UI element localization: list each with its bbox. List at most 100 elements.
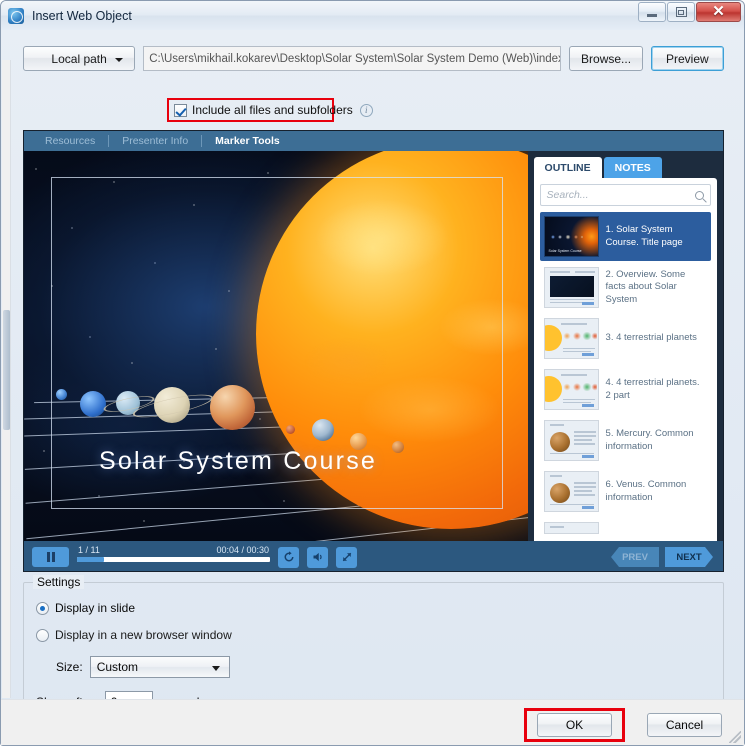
thumb-globe [544, 421, 598, 460]
planet-uranus [80, 391, 106, 417]
info-icon[interactable]: i [359, 103, 373, 117]
slide-title: Solar System Course [99, 447, 377, 475]
tab-notes[interactable]: NOTES [603, 157, 662, 178]
browse-button[interactable]: Browse... [569, 46, 643, 71]
outline-item-label: 2. Overview. Some facts about Solar Syst… [605, 268, 686, 305]
preview-button[interactable]: Preview [650, 46, 724, 71]
display-in-slide-label: Display in slide [55, 601, 136, 615]
timeline-labels: 1 / 11 00:04 / 00:30 [77, 545, 270, 557]
nav-buttons: PREV NEXT [611, 547, 713, 567]
outline-panel: OUTLINE NOTES Search... Solar System Cou… [527, 151, 723, 541]
replay-button[interactable] [278, 546, 299, 568]
prev-button[interactable]: PREV [611, 547, 659, 567]
next-button[interactable]: NEXT [665, 547, 713, 567]
timeline[interactable]: 1 / 11 00:04 / 00:30 [77, 545, 270, 569]
title-bar: Insert Web Object ✕ [1, 1, 744, 30]
size-label: Size: [56, 660, 83, 674]
web-object-preview: Resources Presenter Info Marker Tools So… [23, 130, 724, 572]
tab-marker-tools[interactable]: Marker Tools [202, 135, 293, 147]
minimize-button[interactable] [638, 2, 666, 22]
volume-icon [313, 552, 322, 562]
tab-outline[interactable]: OUTLINE [533, 157, 602, 178]
outline-item-2[interactable]: 2. Overview. Some facts about Solar Syst… [540, 263, 711, 312]
planet-neptune [56, 389, 67, 400]
slide-thumbnail [543, 318, 599, 359]
slide-thumbnail [543, 420, 599, 461]
outline-item-4[interactable]: 4. 4 terrestrial planets. 2 part [540, 365, 711, 414]
resize-grip[interactable] [729, 731, 741, 743]
slide-thumbnail [543, 522, 599, 534]
tab-resources[interactable]: Resources [32, 135, 108, 147]
restore-button[interactable] [667, 2, 695, 22]
settings-legend: Settings [33, 575, 85, 589]
outline-item-label: 4. 4 terrestrial planets. 2 part [605, 377, 700, 401]
thumb-globe [544, 472, 598, 511]
outline-item-label: 5. Mercury. Common information [605, 428, 694, 452]
time-display: 00:04 / 00:30 [216, 545, 269, 555]
chevron-down-icon [115, 58, 124, 62]
thumb-planets-row [544, 370, 598, 409]
thumb-caption: Solar System Course [548, 249, 582, 253]
cancel-button[interactable]: Cancel [647, 713, 722, 737]
player-main: Solar System Course OUTLINE NOTES Search… [24, 151, 723, 541]
outline-item-3[interactable]: 3. 4 terrestrial planets [540, 314, 711, 363]
fullscreen-icon [342, 552, 351, 562]
outline-tab-bar: OUTLINE NOTES [533, 157, 717, 178]
display-in-window-row[interactable]: Display in a new browser window [36, 628, 232, 642]
window-title: Insert Web Object [32, 8, 132, 23]
display-in-window-label: Display in a new browser window [55, 628, 232, 642]
source-type-label: Local path [51, 51, 107, 66]
outline-item-5[interactable]: 5. Mercury. Common information [540, 416, 711, 465]
include-subfolders-row: Include all files and subfolders i [167, 98, 373, 122]
tab-presenter-info[interactable]: Presenter Info [109, 135, 201, 147]
replay-icon [284, 551, 293, 562]
source-type-dropdown[interactable]: Local path [23, 46, 136, 71]
close-button[interactable]: ✕ [696, 2, 741, 22]
planet-jupiter [210, 385, 255, 430]
left-scrollbar[interactable] [2, 60, 11, 698]
dialog-footer: OK Cancel [1, 699, 744, 745]
minimize-icon [647, 13, 657, 17]
path-input-value: C:\Users\mikhail.kokarev\Desktop\Solar S… [149, 52, 562, 65]
progress-bar[interactable] [77, 557, 270, 562]
search-input[interactable]: Search... [539, 184, 711, 206]
ok-button[interactable]: OK [537, 713, 612, 737]
display-in-slide-row[interactable]: Display in slide [36, 601, 135, 615]
volume-button[interactable] [307, 546, 328, 568]
search-icon[interactable] [695, 190, 704, 200]
outline-item-7-partial[interactable] [540, 518, 711, 538]
display-in-window-radio[interactable] [36, 628, 49, 642]
size-select-value: Custom [96, 660, 139, 674]
close-icon: ✕ [712, 3, 725, 20]
slide-thumbnail [543, 471, 599, 512]
planet-earth [312, 419, 334, 441]
path-row: Local path C:\Users\mikhail.kokarev\Desk… [23, 45, 724, 72]
progress-fill [77, 557, 105, 562]
pause-button[interactable] [32, 547, 69, 567]
size-select[interactable]: Custom [89, 656, 230, 678]
left-scrollbar-thumb[interactable] [3, 310, 10, 430]
path-input[interactable]: C:\Users\mikhail.kokarev\Desktop\Solar S… [143, 46, 562, 71]
outline-item-label: 1. Solar System Course. Title page [605, 224, 683, 248]
fullscreen-button[interactable] [336, 546, 357, 568]
app-icon [8, 7, 24, 24]
window-controls: ✕ [637, 2, 741, 22]
slide-thumbnail: Solar System Course [543, 216, 599, 257]
thumb-doc [544, 268, 598, 307]
slide-stage[interactable]: Solar System Course [24, 151, 528, 541]
thumb-planets-row [544, 319, 598, 358]
outline-item-label: 6. Venus. Common information [605, 479, 687, 503]
outline-item-label: 3. 4 terrestrial planets [605, 332, 697, 344]
planet-mercury [392, 441, 404, 453]
include-subfolders-label: Include all files and subfolders [192, 103, 353, 117]
chevron-down-icon [211, 666, 220, 671]
slide-thumbnail [543, 267, 599, 308]
display-in-slide-radio[interactable] [36, 601, 49, 615]
restore-icon [675, 7, 687, 17]
settings-group: Settings Display in slide Display in a n… [23, 575, 724, 714]
include-subfolders-checkbox[interactable] [174, 103, 187, 117]
size-row: Size: Custom [56, 656, 230, 678]
outline-item-1[interactable]: Solar System Course 1. Solar System Cour… [539, 212, 711, 261]
outline-item-6[interactable]: 6. Venus. Common information [540, 467, 711, 516]
planet-mars [286, 425, 295, 434]
